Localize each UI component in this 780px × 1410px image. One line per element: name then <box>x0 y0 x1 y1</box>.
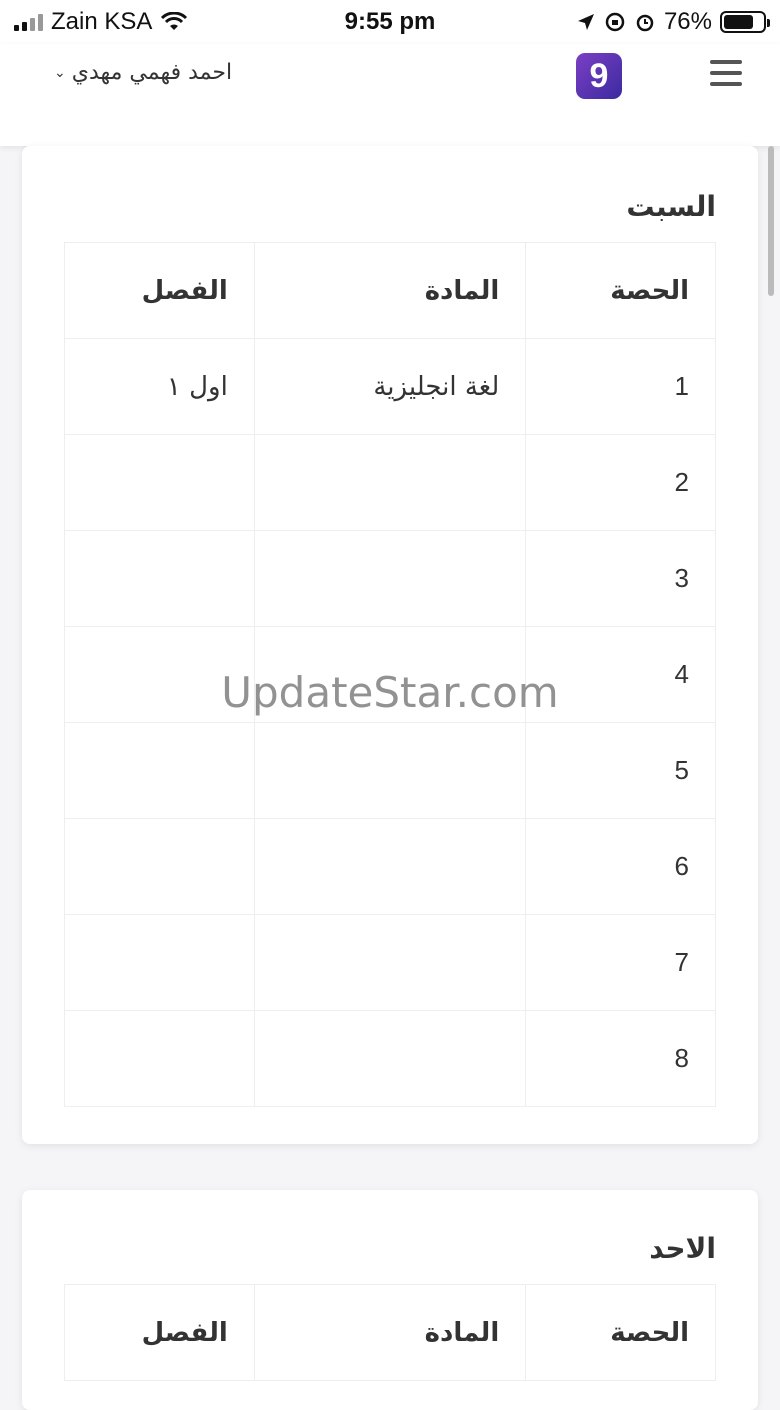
class-cell <box>64 1010 255 1107</box>
table-row: 8 <box>64 1010 716 1107</box>
user-name: احمد فهمي مهدي <box>71 60 233 85</box>
header-period: الحصة <box>525 1284 716 1381</box>
subject-cell <box>253 722 527 819</box>
header-class: الفصل <box>64 242 255 339</box>
period-cell: 8 <box>525 1010 716 1107</box>
subject-cell: لغة انجليزية <box>253 338 527 435</box>
table-header-row: الحصة المادة الفصل <box>64 242 716 339</box>
status-right: 76% <box>576 8 770 36</box>
header-period: الحصة <box>525 242 716 339</box>
table-row: 1 لغة انجليزية اول ١ <box>64 338 716 435</box>
app-logo[interactable]: 9 <box>576 53 622 99</box>
class-cell <box>64 434 255 531</box>
schedule-table: الحصة المادة الفصل 1 لغة انجليزية اول ١ … <box>64 242 716 1107</box>
hamburger-icon[interactable] <box>710 60 742 86</box>
battery-percent: 76% <box>663 8 712 35</box>
signal-icon <box>14 13 43 31</box>
alarm-icon <box>636 14 654 32</box>
scrollbar[interactable] <box>768 146 774 296</box>
day-title: الاحد <box>649 1232 716 1265</box>
period-cell: 3 <box>525 530 716 627</box>
table-row: 3 <box>64 530 716 627</box>
day-card-sunday: الاحد الحصة المادة الفصل <box>22 1190 758 1410</box>
header-subject: المادة <box>253 1284 527 1381</box>
table-row: 7 <box>64 914 716 1011</box>
table-header-row: الحصة المادة الفصل <box>64 1284 716 1381</box>
subject-cell <box>253 434 527 531</box>
header-class: الفصل <box>64 1284 255 1381</box>
wifi-icon <box>161 12 188 30</box>
status-bar: Zain KSA 9:55 pm 76% <box>0 0 780 44</box>
period-cell: 2 <box>525 434 716 531</box>
schedule-table: الحصة المادة الفصل <box>64 1284 716 1381</box>
subject-cell <box>253 818 527 915</box>
period-cell: 6 <box>525 818 716 915</box>
period-cell: 4 <box>525 626 716 723</box>
app-header: احمد فهمي مهدي ⌄ 9 <box>0 44 780 146</box>
period-cell: 7 <box>525 914 716 1011</box>
class-cell <box>64 818 255 915</box>
orientation-lock-icon <box>605 12 625 32</box>
location-arrow-icon <box>577 14 594 30</box>
status-left: Zain KSA <box>14 8 188 36</box>
class-cell <box>64 626 255 723</box>
logo-glyph: 9 <box>589 56 609 95</box>
subject-cell <box>253 914 527 1011</box>
header-subject: المادة <box>253 242 527 339</box>
subject-cell <box>253 530 527 627</box>
user-dropdown[interactable]: احمد فهمي مهدي ⌄ <box>54 60 232 85</box>
table-row: 6 <box>64 818 716 915</box>
table-row: 2 <box>64 434 716 531</box>
class-cell <box>64 530 255 627</box>
chevron-down-icon: ⌄ <box>54 64 66 81</box>
battery-icon <box>720 11 770 33</box>
table-row: 4 <box>64 626 716 723</box>
subject-cell <box>253 626 527 723</box>
period-cell: 1 <box>525 338 716 435</box>
period-cell: 5 <box>525 722 716 819</box>
class-cell <box>64 722 255 819</box>
subject-cell <box>253 1010 527 1107</box>
day-card-saturday: السبت الحصة المادة الفصل 1 لغة انجليزية … <box>22 146 758 1144</box>
class-cell <box>64 914 255 1011</box>
day-title: السبت <box>626 190 716 223</box>
carrier-label: Zain KSA <box>51 8 153 35</box>
table-row: 5 <box>64 722 716 819</box>
class-cell: اول ١ <box>64 338 255 435</box>
